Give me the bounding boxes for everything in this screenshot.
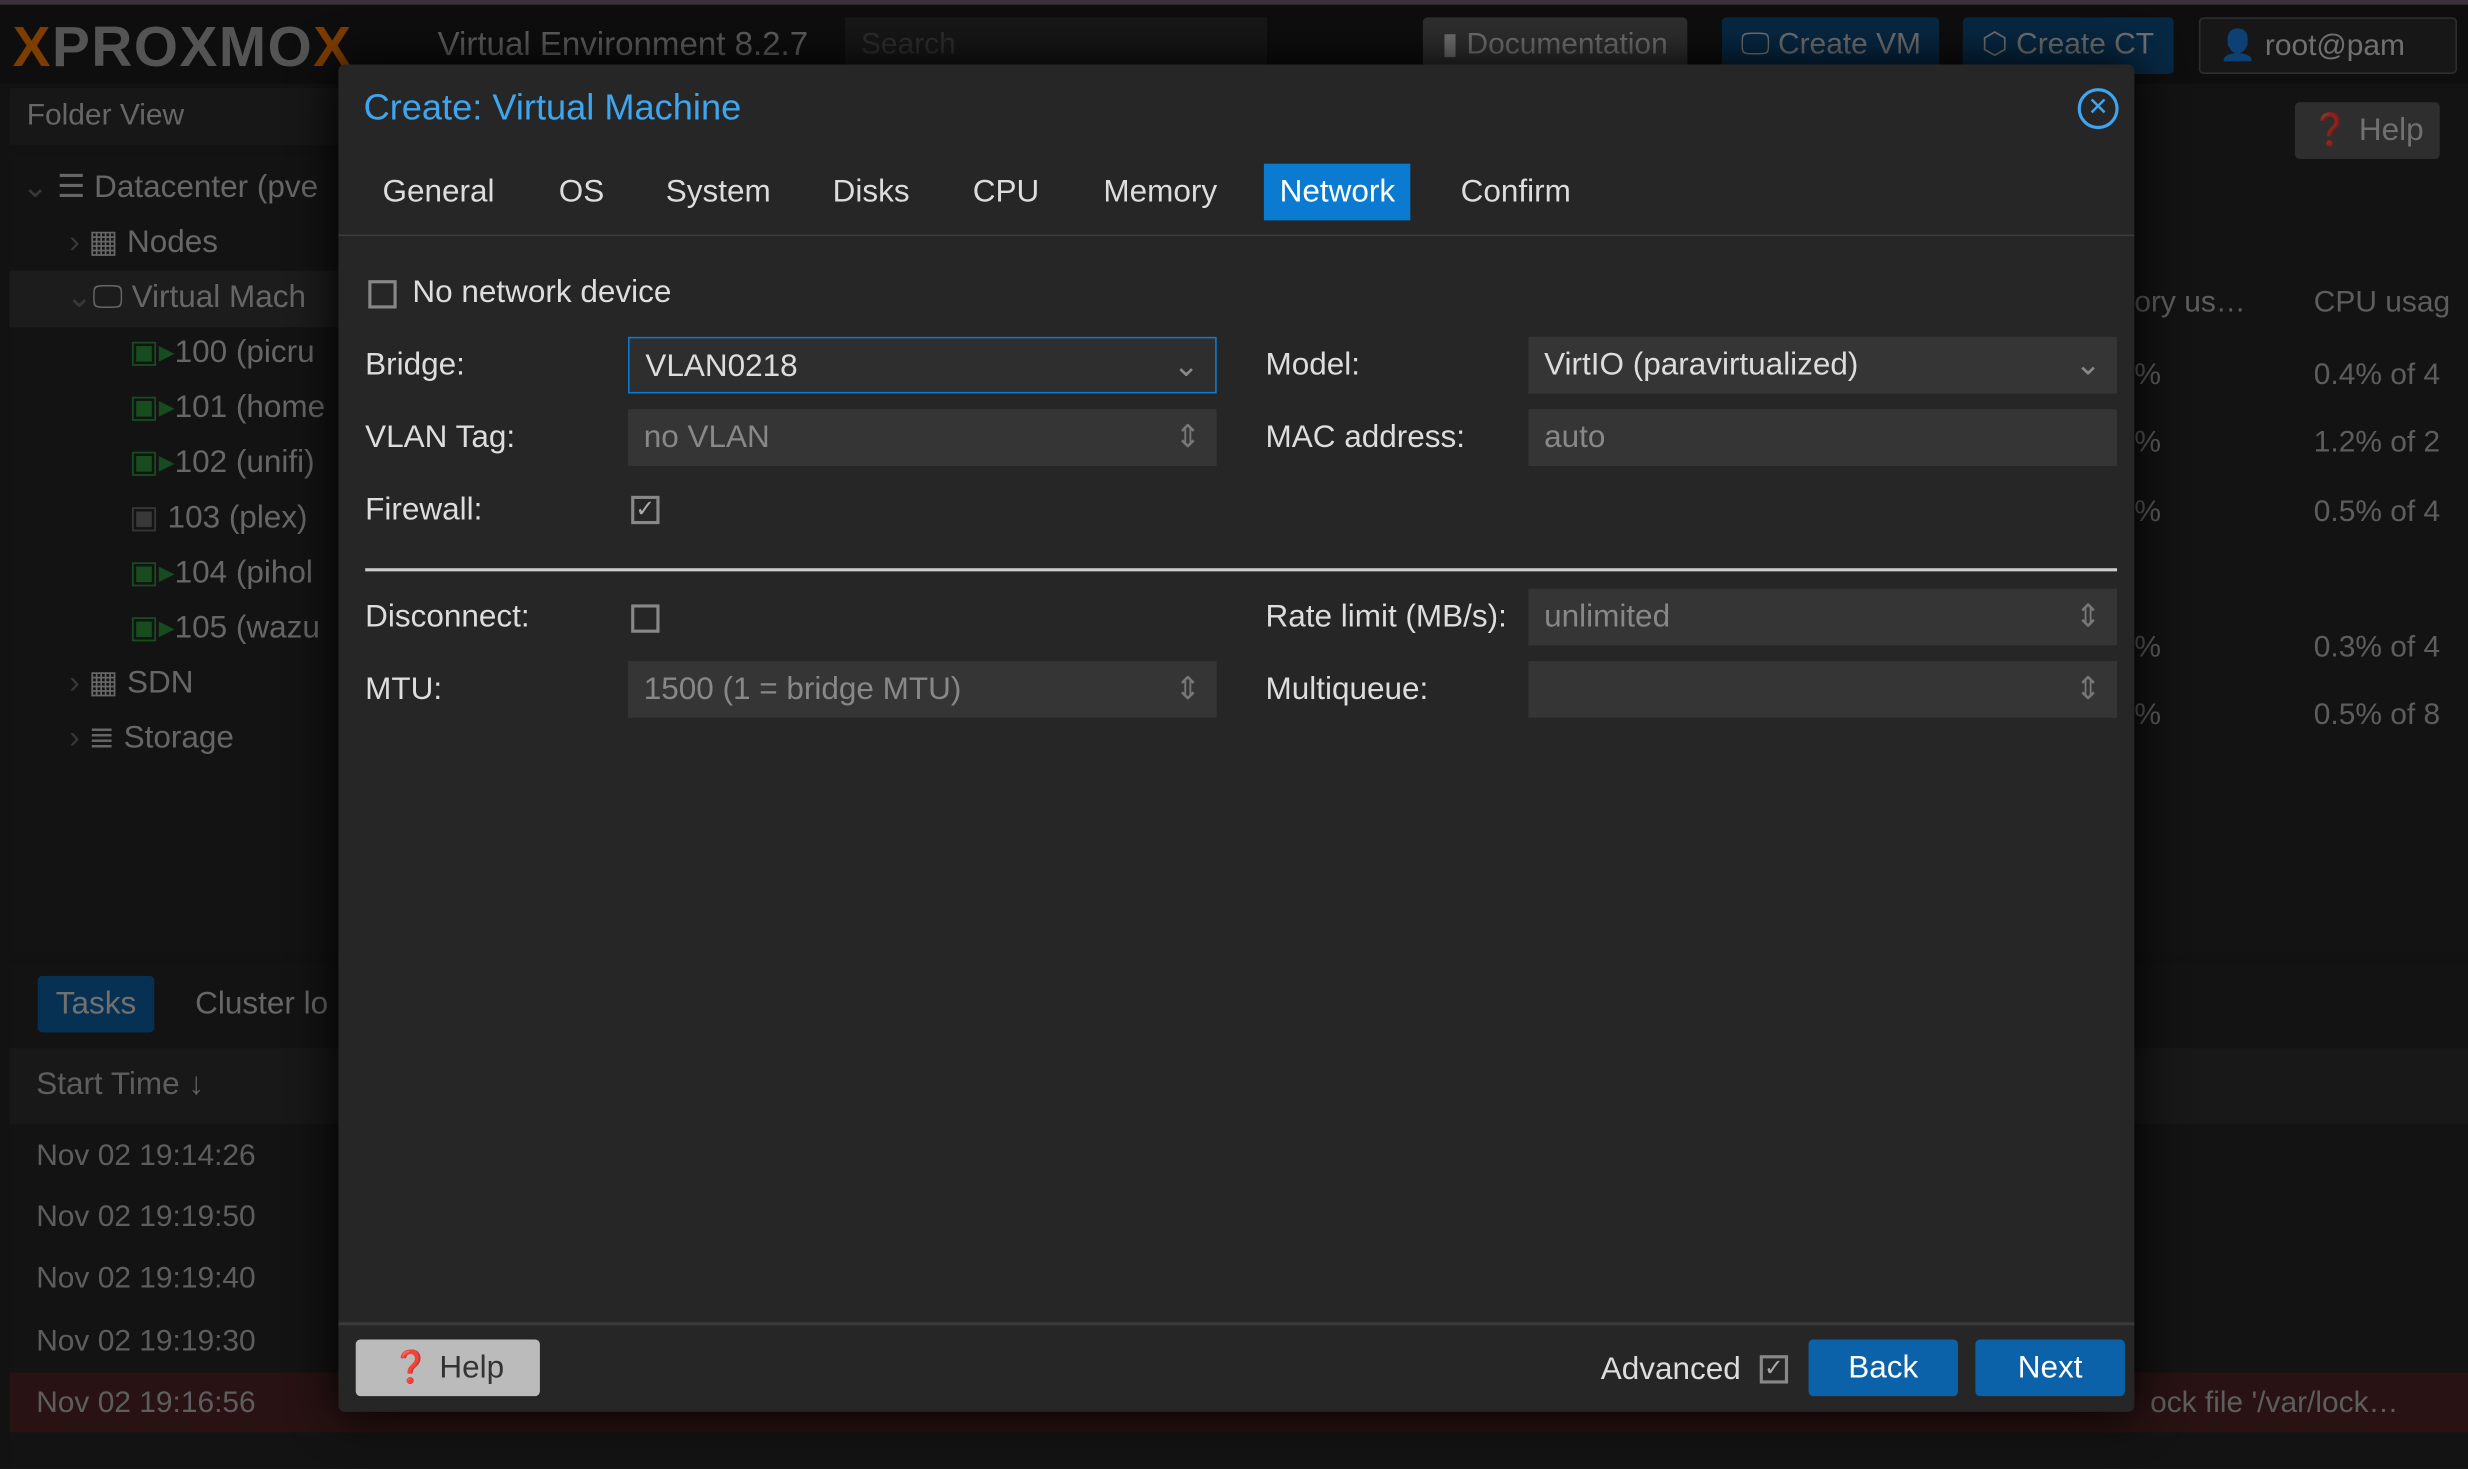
help-icon: ❓ bbox=[391, 1350, 431, 1386]
vlan-tag-label: VLAN Tag: bbox=[365, 420, 516, 455]
tab-network[interactable]: Network bbox=[1263, 163, 1411, 221]
bridge-label: Bridge: bbox=[365, 347, 465, 383]
chevron-down-icon: ⌄ bbox=[1172, 349, 1200, 385]
tab-memory[interactable]: Memory bbox=[1088, 164, 1233, 221]
rate-limit-label: Rate limit (MB/s): bbox=[1265, 599, 1507, 635]
spinner-icon[interactable]: ⇕ bbox=[2075, 661, 2101, 718]
firewall-checkbox[interactable]: ✓ bbox=[631, 495, 660, 525]
disconnect-checkbox[interactable] bbox=[631, 604, 660, 633]
close-icon[interactable]: ✕ bbox=[2077, 88, 2119, 130]
tab-cpu[interactable]: CPU bbox=[957, 164, 1055, 221]
tab-os[interactable]: OS bbox=[543, 164, 620, 221]
tab-disks[interactable]: Disks bbox=[817, 164, 925, 221]
chevron-down-icon: ⌄ bbox=[2074, 347, 2102, 383]
advanced-checkbox[interactable]: ✓ bbox=[1759, 1355, 1789, 1384]
back-button[interactable]: Back bbox=[1808, 1339, 1959, 1397]
mtu-input[interactable]: 1500 (1 = bridge MTU) ⇕ bbox=[628, 661, 1217, 718]
spinner-icon[interactable]: ⇕ bbox=[2075, 589, 2101, 646]
advanced-divider bbox=[365, 568, 2118, 572]
multiqueue-input[interactable]: ⇕ bbox=[1528, 661, 2118, 718]
vlan-tag-input[interactable]: no VLAN ⇕ bbox=[628, 409, 1217, 466]
dialog-title: Create: Virtual Machine bbox=[363, 86, 742, 128]
advanced-label: Advanced bbox=[1600, 1352, 1741, 1387]
no-network-label: No network device bbox=[412, 275, 672, 311]
mtu-label: MTU: bbox=[365, 672, 443, 707]
mac-address-input[interactable]: auto bbox=[1528, 409, 2118, 466]
mac-label: MAC address: bbox=[1265, 420, 1465, 455]
rate-limit-input[interactable]: unlimited ⇕ bbox=[1528, 588, 2118, 646]
tab-confirm[interactable]: Confirm bbox=[1445, 164, 1587, 221]
next-button[interactable]: Next bbox=[1975, 1339, 2125, 1397]
no-network-checkbox[interactable] bbox=[368, 280, 397, 309]
disconnect-label: Disconnect: bbox=[365, 599, 530, 635]
model-select[interactable]: VirtIO (paravirtualized) ⌄ bbox=[1528, 336, 2118, 394]
create-vm-dialog: Create: Virtual Machine ✕ General OS Sys… bbox=[338, 64, 2135, 1412]
bridge-select[interactable]: VLAN0218 ⌄ bbox=[628, 336, 1217, 394]
tab-system[interactable]: System bbox=[650, 164, 786, 221]
multiqueue-label: Multiqueue: bbox=[1265, 672, 1429, 707]
help-button[interactable]: ❓ Help bbox=[355, 1339, 540, 1397]
spinner-icon[interactable]: ⇕ bbox=[1175, 409, 1201, 466]
model-label: Model: bbox=[1265, 347, 1360, 383]
tab-general[interactable]: General bbox=[367, 164, 510, 221]
spinner-icon[interactable]: ⇕ bbox=[1175, 661, 1201, 718]
firewall-label: Firewall: bbox=[365, 492, 483, 528]
